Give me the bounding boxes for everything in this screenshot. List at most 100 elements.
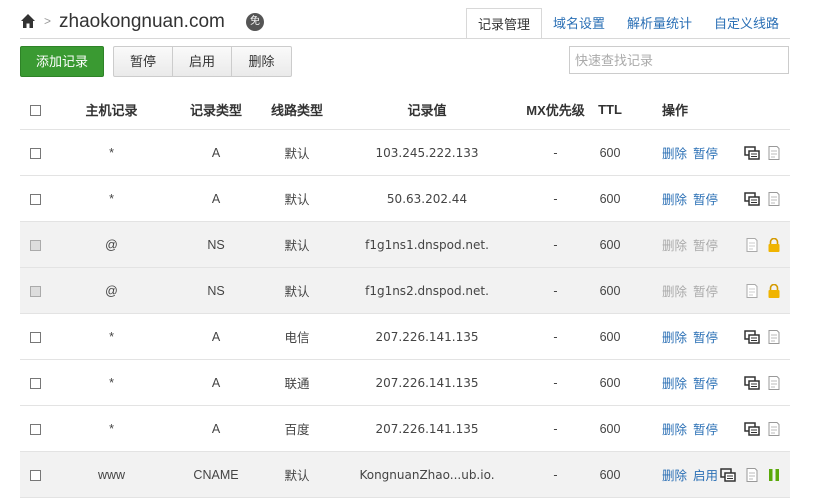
note-icon[interactable] xyxy=(766,421,782,436)
select-all-checkbox[interactable] xyxy=(30,104,41,116)
note-icon[interactable] xyxy=(766,329,782,344)
row-ttl: 600 xyxy=(599,421,621,436)
row-checkbox[interactable] xyxy=(30,193,41,205)
row-delete-link[interactable]: 删除 xyxy=(662,469,687,483)
domain-title: zhaokongnuan.com xyxy=(59,11,225,32)
row-value: 207.226.141.135 xyxy=(375,329,479,344)
remark-icon[interactable] xyxy=(744,329,760,344)
remark-icon[interactable] xyxy=(720,467,736,482)
row-delete-link[interactable]: 删除 xyxy=(662,147,687,161)
remark-icon[interactable] xyxy=(744,421,760,436)
header: > zhaokongnuan.com 免 记录管理 域名设置 解析量统计 自定义… xyxy=(0,0,820,40)
row-pause-link[interactable]: 暂停 xyxy=(693,331,718,345)
row-delete-link: 删除 xyxy=(662,239,688,253)
row-ttl: 600 xyxy=(599,283,621,298)
row-delete-link[interactable]: 删除 xyxy=(662,377,687,391)
row-checkbox[interactable] xyxy=(30,423,41,435)
row-pause-link[interactable]: 暂停 xyxy=(693,377,718,391)
header-line: 线路类型 xyxy=(270,102,323,118)
note-icon xyxy=(746,283,758,298)
pause-status-icon xyxy=(769,468,779,481)
note-icon[interactable] xyxy=(744,467,760,482)
header-host: 主机记录 xyxy=(85,102,138,118)
remark-icon[interactable] xyxy=(744,191,760,206)
tab-divider xyxy=(20,38,790,39)
table-row: www CNAME 默认 KongnuanZhao...ub.io. - 600… xyxy=(20,452,790,498)
row-mx: - xyxy=(553,191,558,206)
delete-button[interactable]: 删除 xyxy=(232,47,291,76)
row-ttl: 600 xyxy=(599,237,621,252)
row-enable-link[interactable]: 启用 xyxy=(693,469,718,483)
row-mx: - xyxy=(553,467,558,482)
records-table: 主机记录 记录类型 线路类型 记录值 MX优先级 TTL 操作 * A 默认 1… xyxy=(20,89,790,498)
row-delete-link: 删除 xyxy=(662,285,688,299)
row-line: 百度 xyxy=(284,423,310,437)
row-host: www xyxy=(97,467,126,482)
row-checkbox[interactable] xyxy=(30,469,41,481)
enable-button[interactable]: 启用 xyxy=(173,47,232,76)
row-host: @ xyxy=(105,237,118,252)
pause-button[interactable]: 暂停 xyxy=(114,47,173,76)
tab-bar: 记录管理 域名设置 解析量统计 自定义线路 xyxy=(465,8,790,39)
tab-statistics[interactable]: 解析量统计 xyxy=(616,8,703,39)
header-ops: 操作 xyxy=(662,102,689,118)
home-icon[interactable] xyxy=(20,13,36,29)
row-line: 默认 xyxy=(284,285,310,299)
row-pause-link: 暂停 xyxy=(693,285,719,299)
lock-icon xyxy=(768,283,780,298)
row-type: NS xyxy=(207,237,225,252)
row-host: * xyxy=(109,191,114,206)
row-value: 207.226.141.135 xyxy=(375,421,479,436)
tab-domain-settings[interactable]: 域名设置 xyxy=(542,8,616,39)
note-icon[interactable] xyxy=(766,191,782,206)
table-row: * A 默认 50.63.202.44 - 600 删除 暂停 xyxy=(20,176,790,222)
table-row: @ NS 默认 f1g1ns2.dnspod.net. - 600 删除 暂停 xyxy=(20,268,790,314)
row-pause-link[interactable]: 暂停 xyxy=(693,147,718,161)
bulk-action-group: 暂停 启用 删除 xyxy=(113,46,292,77)
row-checkbox[interactable] xyxy=(30,377,41,389)
row-value: 103.245.222.133 xyxy=(375,145,479,160)
row-host: * xyxy=(109,375,114,390)
row-checkbox[interactable] xyxy=(30,331,41,343)
row-mx: - xyxy=(553,375,558,390)
remark-icon[interactable] xyxy=(744,375,760,390)
row-delete-link[interactable]: 删除 xyxy=(662,423,687,437)
row-type: A xyxy=(211,421,221,436)
row-type: A xyxy=(211,329,221,344)
row-pause-link: 暂停 xyxy=(693,239,719,253)
row-value: 50.63.202.44 xyxy=(386,191,468,206)
free-badge: 免 xyxy=(246,13,264,31)
row-mx: - xyxy=(553,283,558,298)
row-pause-link[interactable]: 暂停 xyxy=(693,193,718,207)
header-mx: MX优先级 xyxy=(526,102,585,118)
row-line: 联通 xyxy=(284,377,310,391)
note-icon[interactable] xyxy=(766,145,782,160)
tab-records[interactable]: 记录管理 xyxy=(465,8,542,39)
remark-icon[interactable] xyxy=(744,145,760,160)
row-value: 207.226.141.135 xyxy=(375,375,479,390)
table-row: * A 默认 103.245.222.133 - 600 删除 暂停 xyxy=(20,130,790,176)
table-row: * A 百度 207.226.141.135 - 600 删除 暂停 xyxy=(20,406,790,452)
tab-custom-lines[interactable]: 自定义线路 xyxy=(703,8,790,39)
row-mx: - xyxy=(553,421,558,436)
row-delete-link[interactable]: 删除 xyxy=(662,193,687,207)
row-pause-link[interactable]: 暂停 xyxy=(693,423,718,437)
search-input[interactable] xyxy=(569,46,789,74)
header-ttl: TTL xyxy=(598,101,622,117)
row-ttl: 600 xyxy=(599,191,621,206)
row-checkbox xyxy=(30,285,41,297)
table-row: @ NS 默认 f1g1ns1.dnspod.net. - 600 删除 暂停 xyxy=(20,222,790,268)
row-checkbox[interactable] xyxy=(30,147,41,159)
add-record-button[interactable]: 添加记录 xyxy=(20,46,104,77)
row-ttl: 600 xyxy=(599,375,621,390)
note-icon[interactable] xyxy=(766,375,782,390)
note-icon xyxy=(746,237,758,252)
row-delete-link[interactable]: 删除 xyxy=(662,331,687,345)
row-type: A xyxy=(211,191,221,206)
row-line: 默认 xyxy=(284,239,310,253)
header-value: 记录值 xyxy=(407,102,447,118)
row-mx: - xyxy=(553,145,558,160)
row-host: * xyxy=(109,421,114,436)
row-line: 默认 xyxy=(284,469,310,483)
row-line: 电信 xyxy=(284,331,310,345)
